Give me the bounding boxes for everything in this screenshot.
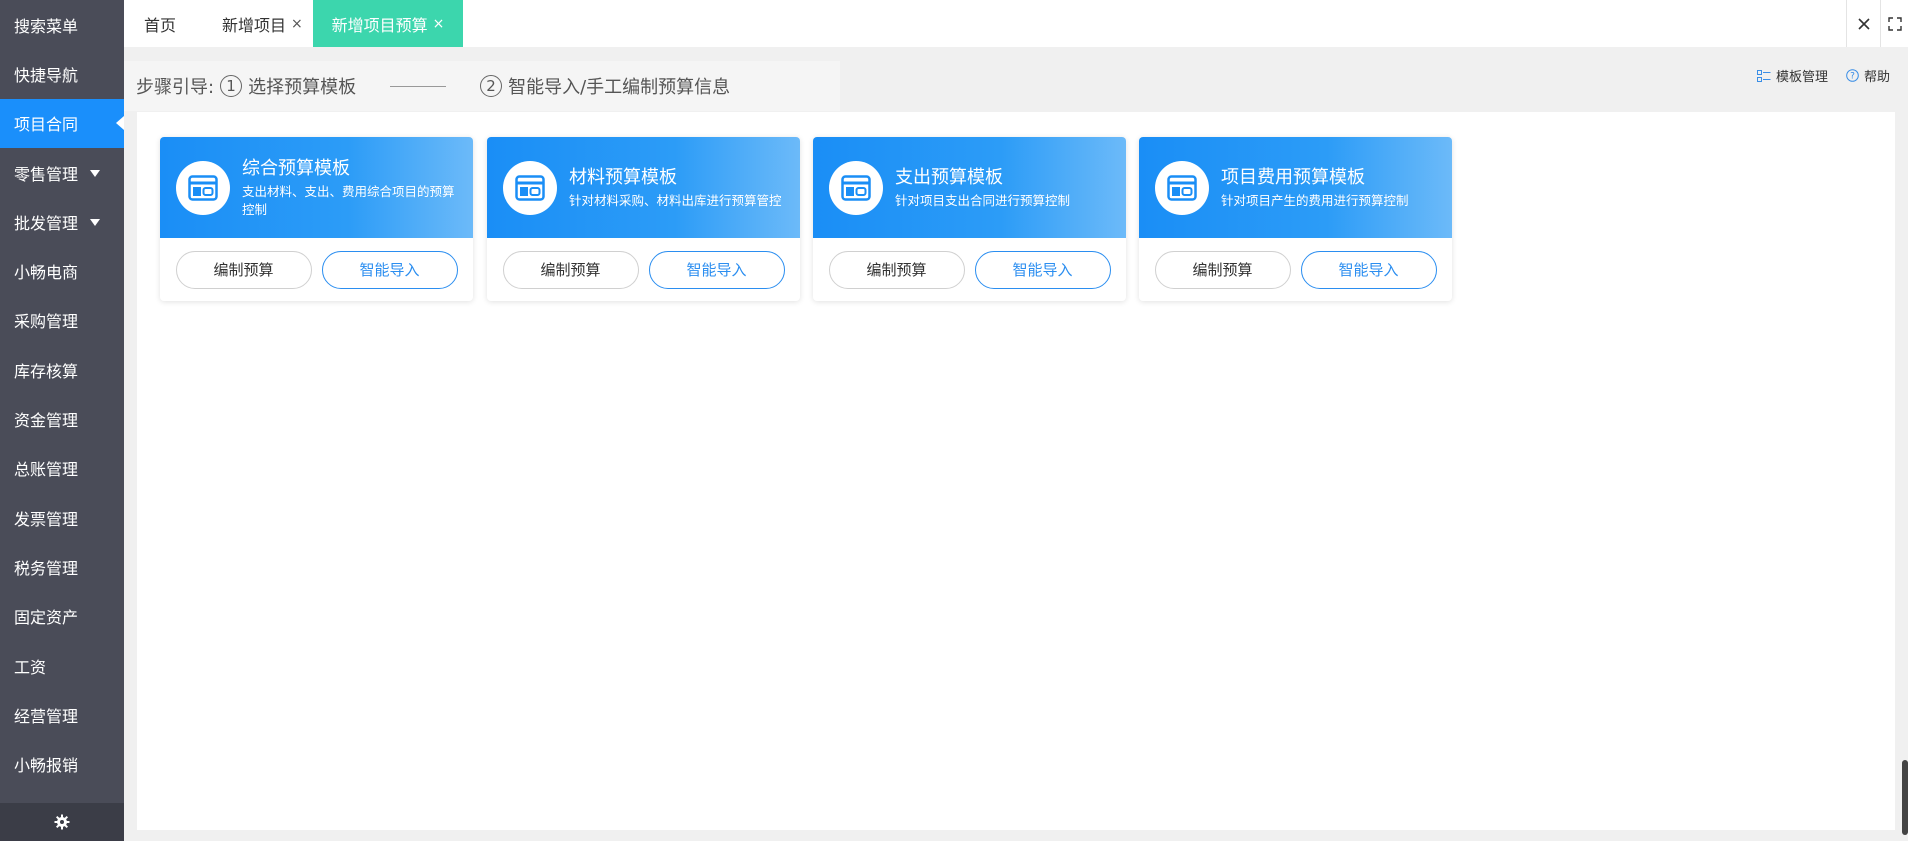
tab-label: 新增项目 [222,15,287,35]
sidebar-item-operations[interactable]: 经营管理 [0,690,124,739]
sidebar-item-project-contract[interactable]: 项目合同 [0,98,124,148]
sidebar-item-label: 零售管理 [14,164,79,184]
svg-text:?: ? [1850,72,1855,82]
sidebar-item-label: 经营管理 [14,706,79,726]
template-icon [829,161,883,215]
tab-new-project[interactable]: 新增项目 × [222,0,303,47]
tab-home[interactable]: 首页 [144,0,176,47]
card-header: 材料预算模板 针对材料采购、材料出库进行预算管控 [487,137,800,238]
step-2-number: 2 [480,75,503,97]
sidebar-item-label: 搜索菜单 [14,16,79,36]
help-link[interactable]: ? 帮助 [1846,66,1890,85]
sidebar-item-label: 采购管理 [14,312,79,332]
template-manage-label: 模板管理 [1775,70,1828,85]
sidebar-item-inventory[interactable]: 库存核算 [0,345,124,394]
sidebar-item-label: 快捷导航 [14,65,79,85]
card-title: 项目费用预算模板 [1221,166,1365,188]
sidebar-item-label: 资金管理 [14,411,79,431]
caret-down-icon [90,169,100,177]
close-icon[interactable]: × [433,16,445,32]
gear-icon [54,814,70,830]
edit-budget-button[interactable]: 编制预算 [175,250,312,289]
settings-button[interactable] [0,803,124,841]
sidebar-item-expense[interactable]: 小畅报销 [0,739,124,788]
template-icon [176,161,230,215]
template-panel: 综合预算模板 支出材料、支出、费用综合项目的预算控制 编制预算 智能导入 材料预… [137,112,1895,830]
card-title: 材料预算模板 [569,166,677,188]
smart-import-button[interactable]: 智能导入 [648,250,785,289]
sidebar-item-fixed-assets[interactable]: 固定资产 [0,592,124,641]
sidebar-item-label: 库存核算 [14,361,79,381]
template-icon [503,161,557,215]
step-guide: 步骤引导: 1 选择预算模板 2 智能导入/手工编制预算信息 [124,61,840,111]
tab-label: 新增项目预算 [331,15,428,35]
sidebar-item-funds[interactable]: 资金管理 [0,394,124,443]
smart-import-button[interactable]: 智能导入 [1300,250,1437,289]
sidebar-item-label: 总账管理 [14,460,79,480]
card-description: 支出材料、支出、费用综合项目的预算控制 [242,183,455,217]
sidebar-item-ecommerce[interactable]: 小畅电商 [0,246,124,295]
template-card-project-expense: 项目费用预算模板 针对项目产生的费用进行预算控制 编制预算 智能导入 [1139,137,1452,301]
sidebar-item-quick-nav[interactable]: 快捷导航 [0,49,124,98]
card-title: 支出预算模板 [895,166,1003,188]
step-2-text: 智能导入/手工编制预算信息 [508,77,731,98]
sidebar-item-label: 发票管理 [14,509,79,529]
sidebar-item-label: 批发管理 [14,213,79,233]
sidebar-item-invoice[interactable]: 发票管理 [0,493,124,542]
sidebar-item-retail[interactable]: 零售管理 [0,148,124,197]
sidebar: 搜索菜单 快捷导航 项目合同 零售管理 批发管理 小畅电商 采购管理 库存核算 … [0,0,124,841]
close-icon[interactable]: × [291,16,303,32]
tab-label: 首页 [144,15,177,35]
sidebar-item-salary[interactable]: 工资 [0,641,124,690]
sidebar-item-ledger[interactable]: 总账管理 [0,444,124,493]
card-header: 综合预算模板 支出材料、支出、费用综合项目的预算控制 [160,137,473,238]
card-header: 项目费用预算模板 针对项目产生的费用进行预算控制 [1139,137,1452,238]
card-description: 针对项目产生的费用进行预算控制 [1221,192,1409,208]
template-card-comprehensive: 综合预算模板 支出材料、支出、费用综合项目的预算控制 编制预算 智能导入 [160,137,473,301]
sidebar-item-label: 固定资产 [14,608,79,628]
edit-budget-button[interactable]: 编制预算 [502,250,639,289]
sidebar-item-label: 项目合同 [14,115,79,135]
edit-budget-button[interactable]: 编制预算 [828,250,965,289]
sidebar-item-label: 小畅报销 [14,756,79,776]
sidebar-item-label: 工资 [14,657,47,677]
help-icon: ? [1846,69,1859,82]
sidebar-item-label: 小畅电商 [14,263,79,283]
card-description: 针对材料采购、材料出库进行预算管控 [569,192,782,208]
sidebar-item-label: 税务管理 [14,558,79,578]
active-indicator-icon [116,116,124,131]
card-description: 针对项目支出合同进行预算控制 [895,192,1071,208]
top-links: 模板管理 ? 帮助 [1739,66,1890,85]
list-icon [1756,69,1771,82]
sidebar-item-search-menu[interactable]: 搜索菜单 [0,0,124,49]
template-card-expenditure: 支出预算模板 针对项目支出合同进行预算控制 编制预算 智能导入 [813,137,1126,301]
sidebar-item-tax[interactable]: 税务管理 [0,542,124,591]
card-title: 综合预算模板 [242,157,350,179]
smart-import-button[interactable]: 智能导入 [974,250,1111,289]
help-label: 帮助 [1863,70,1890,85]
fullscreen-icon [1887,16,1902,31]
tab-new-budget[interactable]: 新增项目预算 × [313,0,463,47]
template-icon [1155,161,1209,215]
smart-import-button[interactable]: 智能导入 [321,250,458,289]
template-manage-link[interactable]: 模板管理 [1756,66,1828,85]
step-guide-label: 步骤引导: [136,77,215,98]
close-all-tabs-button[interactable] [1846,0,1880,47]
fullscreen-button[interactable] [1880,0,1908,47]
sidebar-item-wholesale[interactable]: 批发管理 [0,197,124,246]
edit-budget-button[interactable]: 编制预算 [1154,250,1291,289]
close-icon [1857,17,1870,30]
caret-down-icon [90,218,100,226]
template-card-material: 材料预算模板 针对材料采购、材料出库进行预算管控 编制预算 智能导入 [487,137,800,301]
tab-bar: 首页 新增项目 × 新增项目预算 × [124,0,1908,47]
sidebar-item-purchase[interactable]: 采购管理 [0,296,124,345]
card-header: 支出预算模板 针对项目支出合同进行预算控制 [813,137,1126,238]
step-1-number: 1 [220,75,243,97]
step-1-text: 选择预算模板 [248,77,357,98]
step-divider [390,85,447,87]
scrollbar-handle[interactable] [1902,760,1908,835]
